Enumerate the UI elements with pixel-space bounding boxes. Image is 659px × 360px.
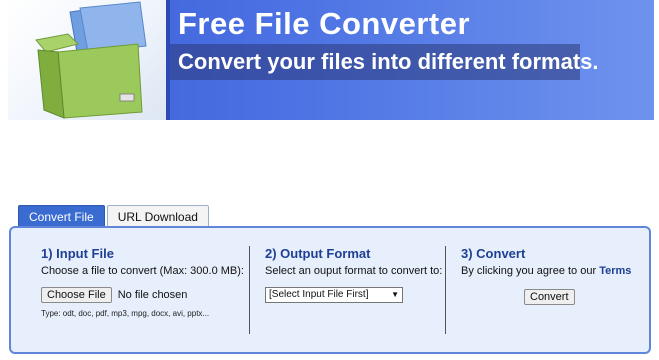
output-format-section: 2) Output Format Select an ouput format … <box>265 246 442 303</box>
convert-section: 3) Convert By clicking you agree to our … <box>461 246 631 305</box>
banner-title: Free File Converter <box>178 6 471 41</box>
chevron-down-icon: ▼ <box>391 290 399 299</box>
converter-panel: 1) Input File Choose a file to convert (… <box>9 226 651 354</box>
output-format-heading: 2) Output Format <box>265 246 371 261</box>
banner-box-image <box>8 0 166 120</box>
convert-button-wrap: Convert <box>461 287 631 305</box>
terms-link[interactable]: Terms <box>599 265 631 277</box>
site-banner: Free File Converter Convert your files i… <box>8 0 654 120</box>
file-status-text: No file chosen <box>117 289 188 301</box>
terms-text: By clicking you agree to our <box>461 265 597 277</box>
banner-subtitle: Convert your files into different format… <box>178 49 599 74</box>
file-types-hint: Type: odt, doc, pdf, mp3, mpg, docx, avi… <box>41 309 210 318</box>
input-file-heading: 1) Input File <box>41 246 114 261</box>
input-file-section: 1) Input File Choose a file to convert (… <box>41 246 244 318</box>
choose-file-button[interactable]: Choose File <box>41 287 112 303</box>
convert-button[interactable]: Convert <box>524 289 575 305</box>
tab-url-download[interactable]: URL Download <box>106 205 209 227</box>
convert-description: By clicking you agree to our Terms <box>461 265 631 277</box>
section-divider <box>249 246 250 334</box>
file-picker-row: Choose File No file chosen <box>41 287 244 303</box>
section-divider <box>445 246 446 334</box>
file-box-icon <box>35 1 147 119</box>
output-format-description: Select an ouput format to convert to: <box>265 265 443 277</box>
convert-heading: 3) Convert <box>461 246 526 261</box>
output-format-select-value: [Select Input File First] <box>269 289 369 300</box>
tab-convert-file[interactable]: Convert File <box>18 205 105 227</box>
converter-tabs: Convert File URL Download <box>18 205 209 227</box>
input-file-description: Choose a file to convert (Max: 300.0 MB)… <box>41 265 244 277</box>
output-format-select[interactable]: [Select Input File First] ▼ <box>265 287 403 303</box>
